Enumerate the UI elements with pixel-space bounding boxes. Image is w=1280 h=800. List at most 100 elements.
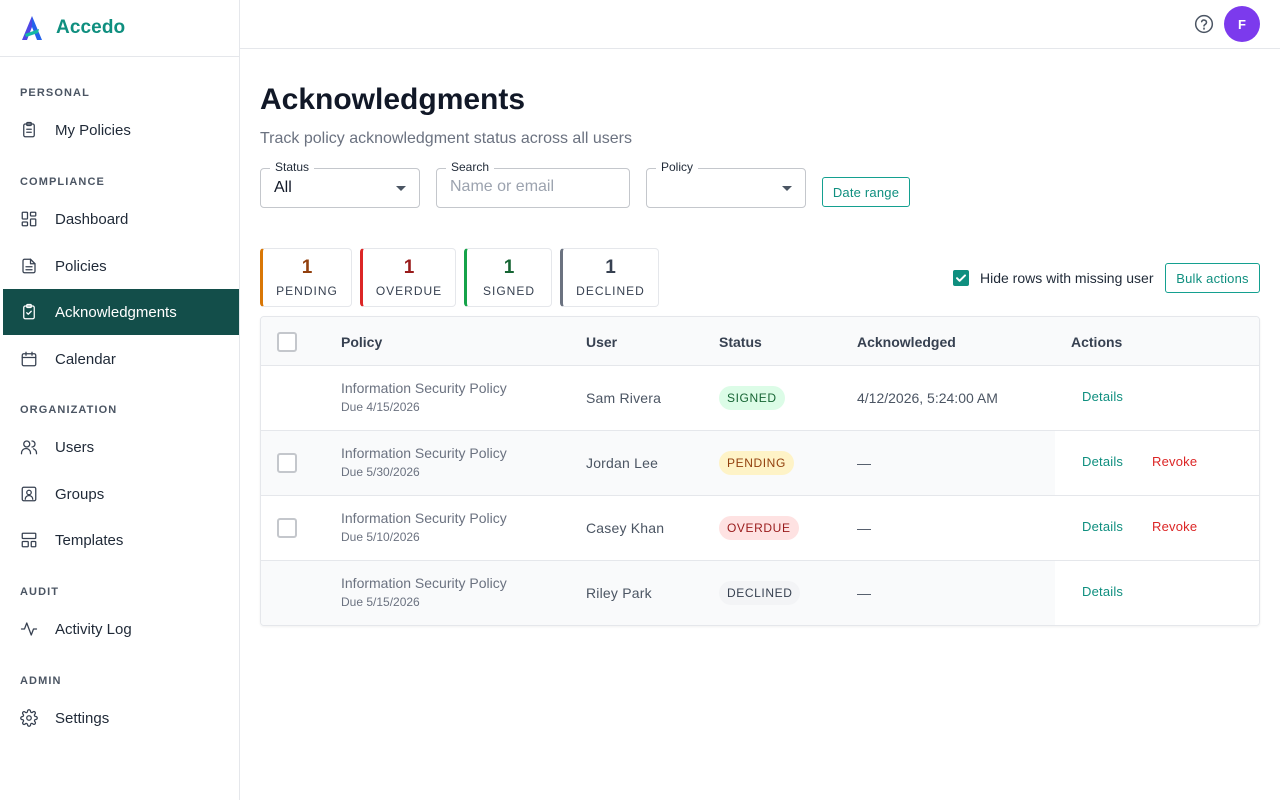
search-input[interactable] xyxy=(450,178,620,196)
hide-missing-user-label: Hide rows with missing user xyxy=(980,270,1154,286)
sidebar: Accedo PERSONAL My Policies COMPLIANCE D… xyxy=(0,0,240,800)
sidebar-item-users[interactable]: Users xyxy=(3,424,239,470)
acknowledged-date: 4/12/2026, 5:24:00 AM xyxy=(857,390,998,406)
sidebar-item-label: Groups xyxy=(55,485,105,503)
stat-label: DECLINED xyxy=(576,284,645,298)
app-name: Accedo xyxy=(56,17,126,38)
nav-section-compliance: COMPLIANCE xyxy=(20,176,105,188)
gear-icon xyxy=(20,709,38,727)
policy-due-date: Due 4/15/2026 xyxy=(341,400,420,414)
stat-pending[interactable]: 1 PENDING xyxy=(260,248,352,307)
policy-due-date: Due 5/30/2026 xyxy=(341,465,420,479)
table-row[interactable]: Information Security Policy Due 5/10/202… xyxy=(261,496,1259,561)
table-row[interactable]: Information Security Policy Due 5/15/202… xyxy=(261,561,1259,625)
user-name: Sam Rivera xyxy=(586,390,662,406)
policy-select[interactable]: Policy xyxy=(646,160,806,208)
stat-count: 1 xyxy=(503,257,515,278)
sidebar-item-templates[interactable]: Templates xyxy=(3,517,239,563)
document-icon xyxy=(22,258,36,274)
calendar-icon xyxy=(21,351,37,367)
status-badge: SIGNED xyxy=(719,386,785,410)
checkmark-icon xyxy=(956,274,966,282)
stat-overdue[interactable]: 1 OVERDUE xyxy=(360,248,456,307)
acknowledgments-table: Policy User Status Acknowledged Actions … xyxy=(260,316,1260,626)
hide-missing-user-checkbox[interactable] xyxy=(953,270,969,286)
page-title: Acknowledgments xyxy=(260,83,526,116)
details-link[interactable]: Details xyxy=(1082,584,1123,599)
stat-signed[interactable]: 1 SIGNED xyxy=(464,248,552,307)
page-subtitle: Track policy acknowledgment status acros… xyxy=(260,130,632,147)
row-checkbox[interactable] xyxy=(277,453,297,473)
sidebar-item-dashboard[interactable]: Dashboard xyxy=(3,196,239,242)
column-header-actions: Actions xyxy=(1071,334,1123,350)
accedo-logo-icon xyxy=(22,16,42,40)
policy-name: Information Security Policy xyxy=(341,445,507,461)
status-badge: PENDING xyxy=(719,451,794,475)
hide-missing-user-toggle[interactable]: Hide rows with missing user xyxy=(953,270,1154,286)
acknowledged-date: — xyxy=(857,585,871,601)
column-header-acknowledged[interactable]: Acknowledged xyxy=(857,334,956,350)
sidebar-item-label: Templates xyxy=(55,531,124,549)
revoke-link[interactable]: Revoke xyxy=(1152,519,1197,534)
policy-name: Information Security Policy xyxy=(341,510,507,526)
details-link[interactable]: Details xyxy=(1082,389,1123,404)
select-all-checkbox[interactable] xyxy=(277,332,297,352)
policy-due-date: Due 5/10/2026 xyxy=(341,530,420,544)
sidebar-item-label: Calendar xyxy=(55,350,116,368)
nav-section-admin: ADMIN xyxy=(20,675,62,687)
search-field-label: Search xyxy=(446,160,495,174)
groups-icon xyxy=(21,486,37,502)
details-link[interactable]: Details xyxy=(1082,519,1123,534)
avatar[interactable]: F xyxy=(1224,6,1260,42)
sidebar-item-calendar[interactable]: Calendar xyxy=(3,336,239,382)
stat-count: 1 xyxy=(403,257,415,278)
sidebar-item-groups[interactable]: Groups xyxy=(3,471,239,517)
column-header-status[interactable]: Status xyxy=(719,334,762,350)
status-select[interactable]: Status All xyxy=(260,160,420,208)
chevron-down-icon xyxy=(782,186,792,191)
sidebar-item-settings[interactable]: Settings xyxy=(3,695,239,741)
acknowledged-date: — xyxy=(857,455,871,471)
help-icon[interactable] xyxy=(1194,14,1214,34)
user-name: Casey Khan xyxy=(586,520,665,536)
status-badge: OVERDUE xyxy=(719,516,799,540)
nav-section-personal: PERSONAL xyxy=(20,87,90,99)
sidebar-item-policies[interactable]: Policies xyxy=(3,243,239,289)
activity-icon xyxy=(20,622,38,636)
table-header: Policy User Status Acknowledged Actions xyxy=(261,317,1259,366)
stat-count: 1 xyxy=(301,257,313,278)
column-header-policy[interactable]: Policy xyxy=(341,334,382,350)
policy-name: Information Security Policy xyxy=(341,575,507,591)
date-range-button[interactable]: Date range xyxy=(822,177,910,207)
nav-section-organization: ORGANIZATION xyxy=(20,404,118,416)
user-name: Riley Park xyxy=(586,585,652,601)
stat-declined[interactable]: 1 DECLINED xyxy=(560,248,659,307)
policy-name: Information Security Policy xyxy=(341,380,507,396)
details-link[interactable]: Details xyxy=(1082,454,1123,469)
acknowledged-date: — xyxy=(857,520,871,536)
sidebar-item-activity-log[interactable]: Activity Log xyxy=(3,606,239,652)
row-checkbox[interactable] xyxy=(277,518,297,538)
bulk-actions-button[interactable]: Bulk actions xyxy=(1165,263,1260,293)
templates-icon xyxy=(21,532,37,548)
sidebar-item-acknowledgments[interactable]: Acknowledgments xyxy=(3,289,239,335)
revoke-link[interactable]: Revoke xyxy=(1152,454,1197,469)
table-row[interactable]: Information Security Policy Due 4/15/202… xyxy=(261,366,1259,431)
table-row[interactable]: Information Security Policy Due 5/30/202… xyxy=(261,431,1259,496)
chevron-down-icon xyxy=(396,186,406,191)
stat-label: OVERDUE xyxy=(375,284,443,298)
sidebar-item-label: Activity Log xyxy=(55,620,132,638)
brand[interactable]: Accedo xyxy=(0,0,239,57)
stat-count: 1 xyxy=(605,257,616,278)
policy-due-date: Due 5/15/2026 xyxy=(341,595,420,609)
top-bar: F xyxy=(240,0,1280,49)
search-field: Search xyxy=(436,160,630,208)
user-name: Jordan Lee xyxy=(586,455,659,471)
sidebar-item-label: Acknowledgments xyxy=(55,303,177,321)
clipboard-icon xyxy=(23,121,35,138)
nav-section-audit: AUDIT xyxy=(20,586,60,598)
sidebar-item-my-policies[interactable]: My Policies xyxy=(3,107,239,153)
column-header-user[interactable]: User xyxy=(586,334,617,350)
sidebar-item-label: Users xyxy=(55,438,95,456)
sidebar-item-label: Settings xyxy=(55,709,110,727)
